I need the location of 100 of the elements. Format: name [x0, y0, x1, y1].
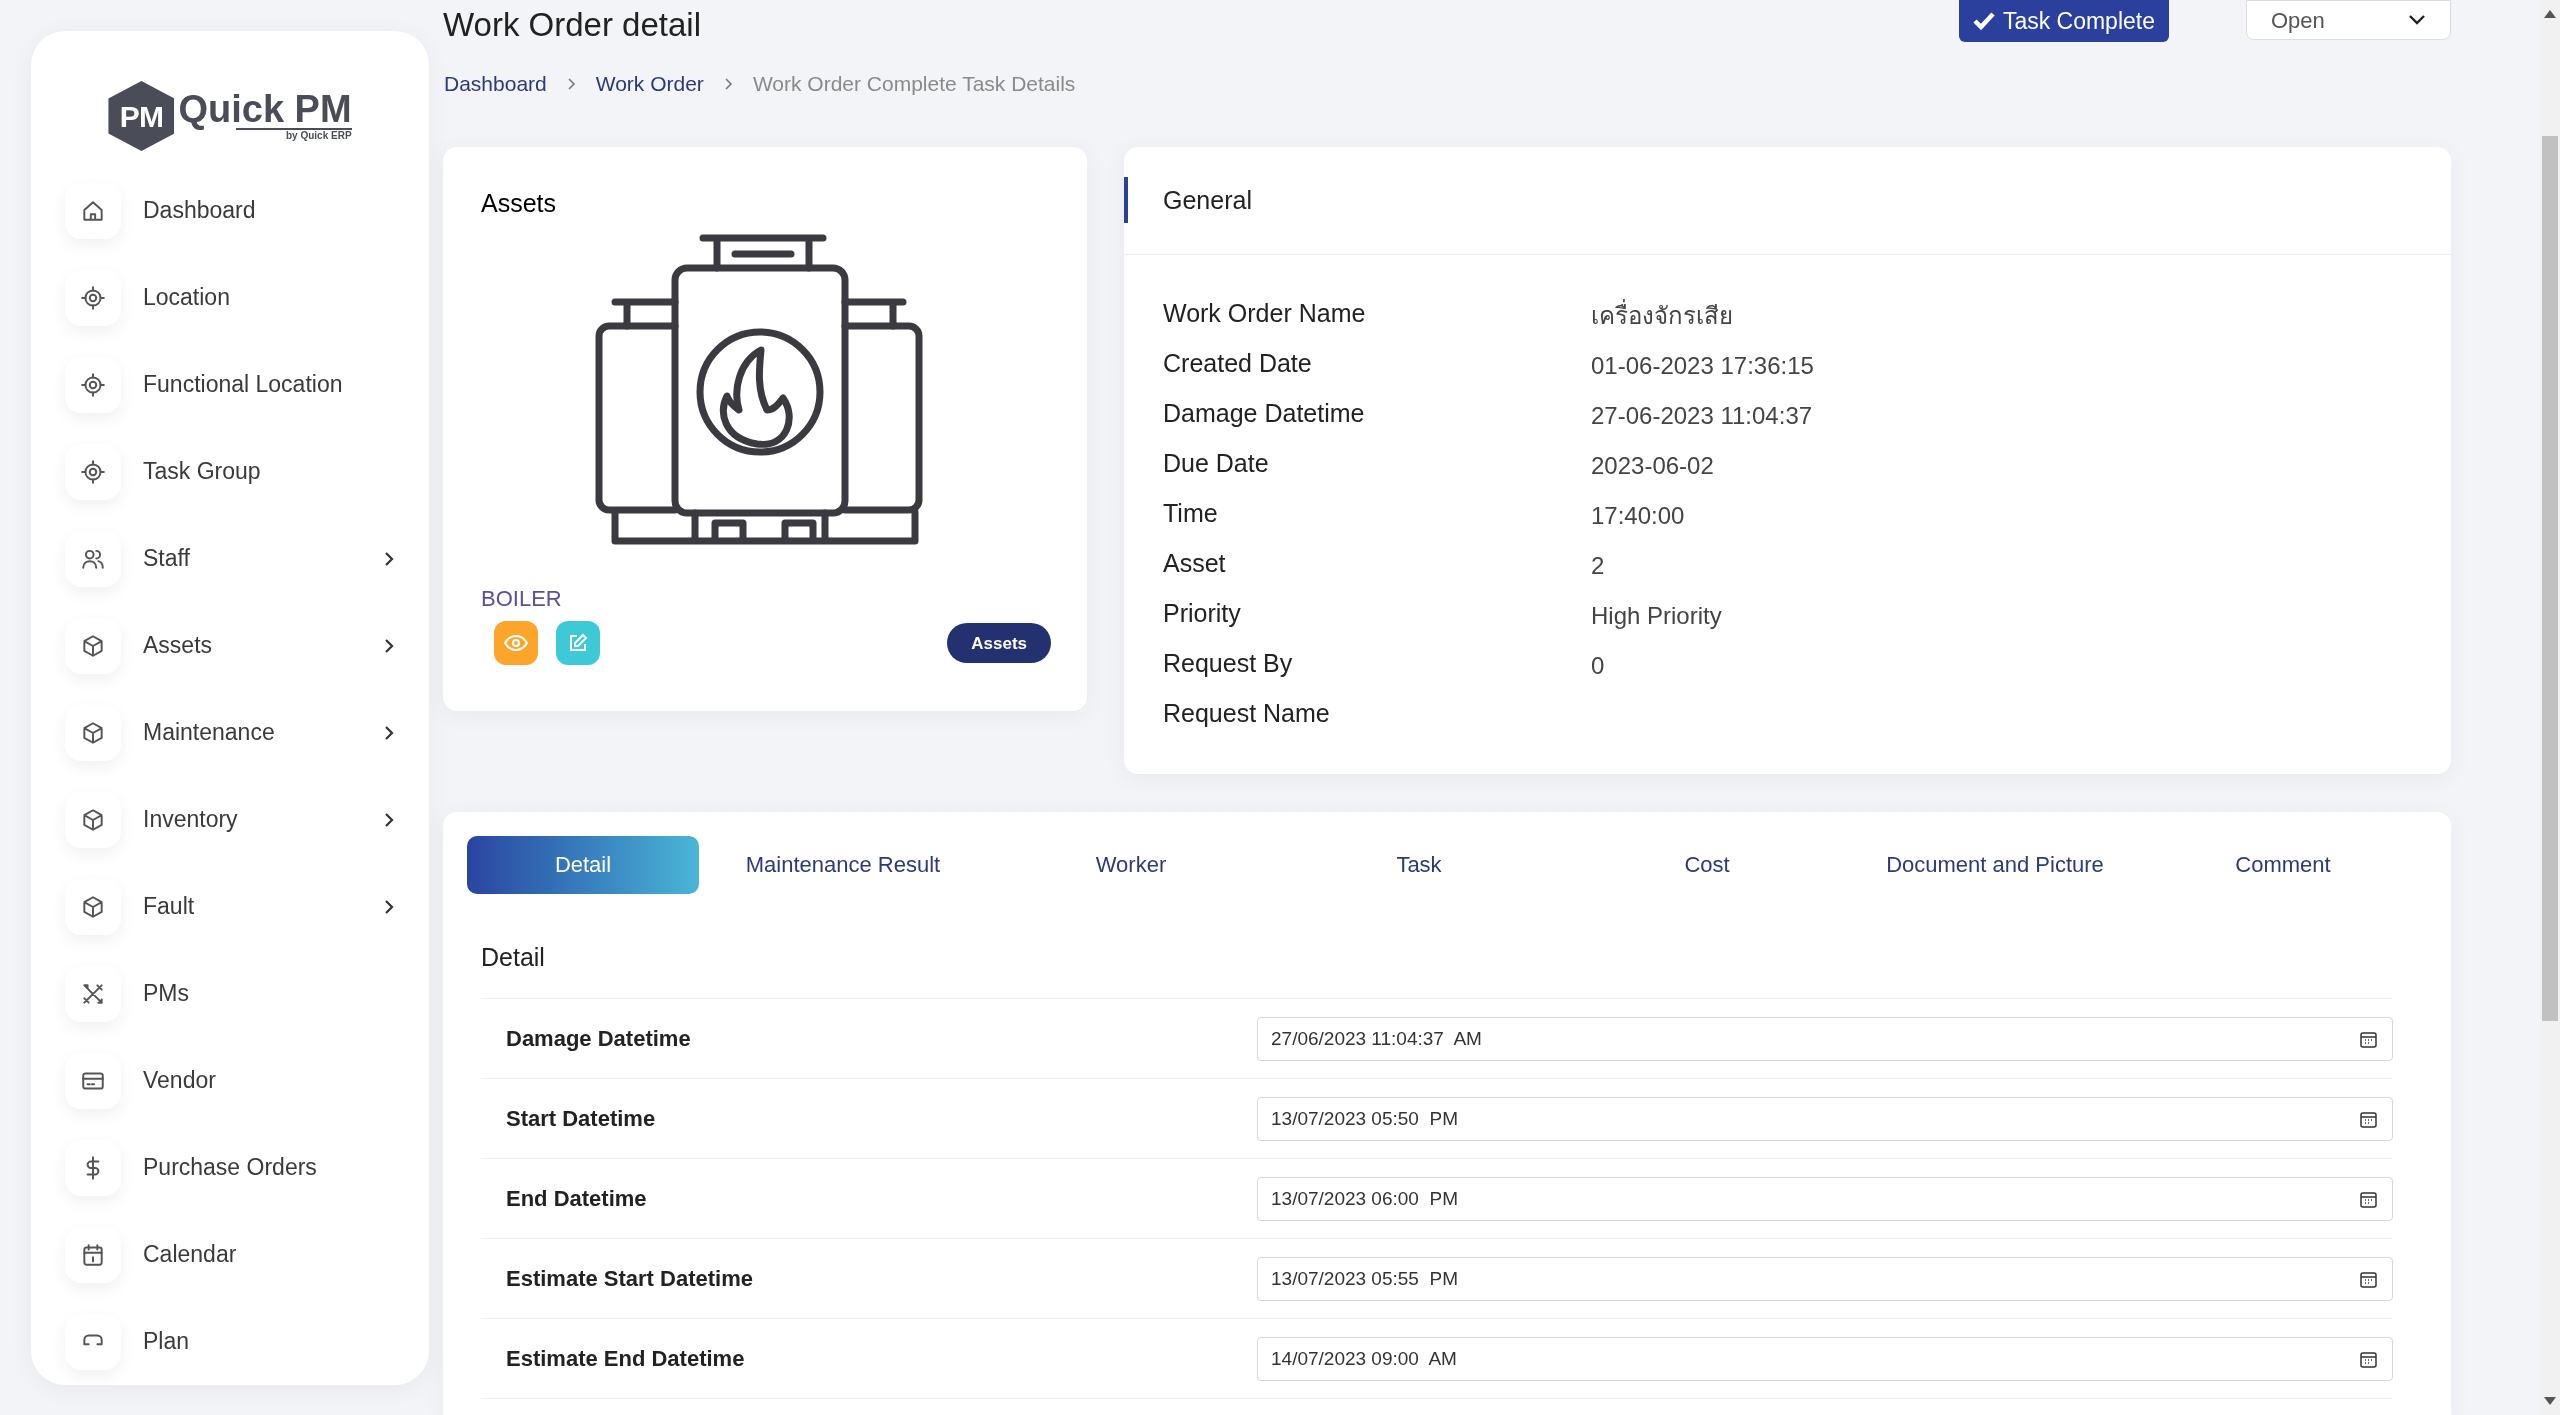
- logo-name: Quick PM: [178, 89, 352, 128]
- field-label: Priority: [1163, 598, 1242, 630]
- sidebar-label: Inventory: [143, 805, 239, 835]
- sidebar-label: Staff: [143, 544, 191, 574]
- field-value: 17:40:00: [1591, 500, 1685, 531]
- field-value: 0: [1591, 650, 1605, 681]
- sidebar-item[interactable]: Functional Location: [31, 341, 429, 428]
- target-icon: [80, 458, 106, 485]
- tab[interactable]: Maintenance Result: [699, 835, 987, 894]
- sidebar-label: Assets: [143, 631, 214, 661]
- logo-tagline: by Quick ERP: [236, 127, 352, 143]
- field-label: End Datetime: [506, 1185, 648, 1214]
- calendar-icon[interactable]: [2360, 1270, 2377, 1288]
- sidebar-label: Plan: [143, 1327, 191, 1357]
- field-value: 27-06-2023 11:04:37: [1591, 400, 1813, 431]
- cube-icon: [80, 719, 106, 746]
- breadcrumb-link[interactable]: Work Order: [595, 67, 704, 100]
- field-value: High Priority: [1591, 600, 1722, 631]
- sidebar-item[interactable]: Task Group: [31, 428, 429, 515]
- tab[interactable]: Detail: [467, 835, 699, 894]
- card-title: Assets: [481, 187, 558, 219]
- field-label: Estimate End Datetime: [506, 1345, 746, 1374]
- sidebar-label: PMs: [143, 979, 190, 1009]
- sidebar-item[interactable]: Staff: [31, 515, 429, 602]
- datetime-field[interactable]: 27/06/2023 11:04:37 AM: [1257, 1016, 2393, 1061]
- scroll-thumb[interactable]: [2542, 136, 2558, 1021]
- datetime-field[interactable]: 14/07/2023 09:00 AM: [1257, 1336, 2393, 1381]
- field-value: 2023-06-02: [1591, 450, 1714, 481]
- target-icon: [80, 284, 106, 311]
- calendar-icon[interactable]: [2360, 1030, 2377, 1048]
- field-value: 01-06-2023 17:36:15: [1591, 350, 1814, 381]
- sidebar-item[interactable]: Dashboard: [31, 167, 429, 254]
- field-label: Start Datetime: [506, 1105, 657, 1134]
- calendar-icon[interactable]: [2360, 1110, 2377, 1128]
- tab[interactable]: Worker: [987, 835, 1275, 894]
- datetime-field[interactable]: 13/07/2023 05:55 PM: [1257, 1256, 2393, 1301]
- task-complete-button[interactable]: Task Complete: [1958, 0, 2169, 42]
- check-icon: [1972, 12, 1995, 30]
- sidebar-item[interactable]: Vendor: [31, 1037, 429, 1124]
- calendar-icon[interactable]: [2360, 1350, 2377, 1368]
- assets-button[interactable]: Assets: [947, 623, 1051, 664]
- field-label: Estimate Start Datetime: [506, 1265, 754, 1294]
- field-label: Due Date: [1163, 448, 1270, 480]
- sidebar-label: Task Group: [143, 457, 262, 487]
- sidebar-item[interactable]: Location: [31, 254, 429, 341]
- datetime-field[interactable]: 13/07/2023 05:50 PM: [1257, 1096, 2393, 1141]
- field-label: Work Order Name: [1163, 298, 1367, 330]
- field-label: Time: [1163, 498, 1219, 530]
- tab[interactable]: Comment: [2139, 835, 2427, 894]
- sidebar-item[interactable]: Purchase Orders: [31, 1124, 429, 1211]
- field-label: Damage Datetime: [1163, 398, 1366, 430]
- target-icon: [80, 371, 106, 398]
- calendar-icon: [80, 1241, 106, 1268]
- sidebar-item[interactable]: Inventory: [31, 776, 429, 863]
- sidebar-item[interactable]: Fault: [31, 863, 429, 950]
- asset-name: BOILER: [481, 585, 563, 614]
- sidebar-item[interactable]: Calendar: [31, 1211, 429, 1298]
- sidebar-label: Maintenance: [143, 718, 276, 748]
- sidebar-label: Location: [143, 283, 231, 313]
- status-dropdown[interactable]: Open: [2246, 0, 2451, 40]
- cube-icon: [80, 632, 106, 659]
- field-value: เครื่องจักรเสีย: [1591, 298, 1733, 331]
- scroll-up-icon[interactable]: [2544, 10, 2556, 18]
- cube-icon: [80, 806, 106, 833]
- edit-icon: [568, 633, 588, 654]
- field-label: Damage Datetime: [506, 1025, 692, 1054]
- sidebar-item[interactable]: PMs: [31, 950, 429, 1037]
- page-title: Work Order detail: [443, 5, 701, 45]
- chevron-down-icon: [2408, 14, 2426, 26]
- sidebar-label: Vendor: [143, 1066, 217, 1096]
- sidebar-label: Functional Location: [143, 370, 344, 400]
- datetime-field[interactable]: 13/07/2023 06:00 PM: [1257, 1176, 2393, 1221]
- scroll-down-icon[interactable]: [2544, 1397, 2556, 1405]
- scrollbar[interactable]: [2540, 0, 2560, 1415]
- sidebar-label: Calendar: [143, 1240, 238, 1270]
- field-value: 2: [1591, 550, 1605, 581]
- chevron-right-icon: [566, 76, 576, 91]
- field-label: Request Name: [1163, 698, 1331, 730]
- field-label: Asset: [1163, 548, 1227, 580]
- tab[interactable]: Cost: [1563, 835, 1851, 894]
- accent-bar: [1124, 177, 1128, 224]
- breadcrumb-current: Work Order Complete Task Details: [752, 70, 1076, 97]
- sidebar-label: Dashboard: [143, 196, 257, 226]
- eye-icon: [504, 635, 528, 652]
- sidebar-item[interactable]: Maintenance: [31, 689, 429, 776]
- chevron-right-icon: [723, 76, 733, 91]
- sidebar-item[interactable]: Assets: [31, 602, 429, 689]
- cube-icon: [80, 893, 106, 920]
- tab[interactable]: Document and Picture: [1851, 835, 2139, 894]
- card-title: General: [1163, 184, 1252, 216]
- section-title: Detail: [481, 941, 546, 973]
- breadcrumb-link[interactable]: Dashboard: [444, 67, 547, 100]
- sidebar-label: Purchase Orders: [143, 1153, 318, 1183]
- logo-badge: PM: [108, 81, 175, 151]
- field-label: Request By: [1163, 648, 1294, 680]
- field-label: Created Date: [1163, 348, 1313, 380]
- sidebar-item[interactable]: Plan: [31, 1298, 429, 1385]
- sidebar-label: Fault: [143, 892, 196, 922]
- tab[interactable]: Task: [1275, 835, 1563, 894]
- calendar-icon[interactable]: [2360, 1190, 2377, 1208]
